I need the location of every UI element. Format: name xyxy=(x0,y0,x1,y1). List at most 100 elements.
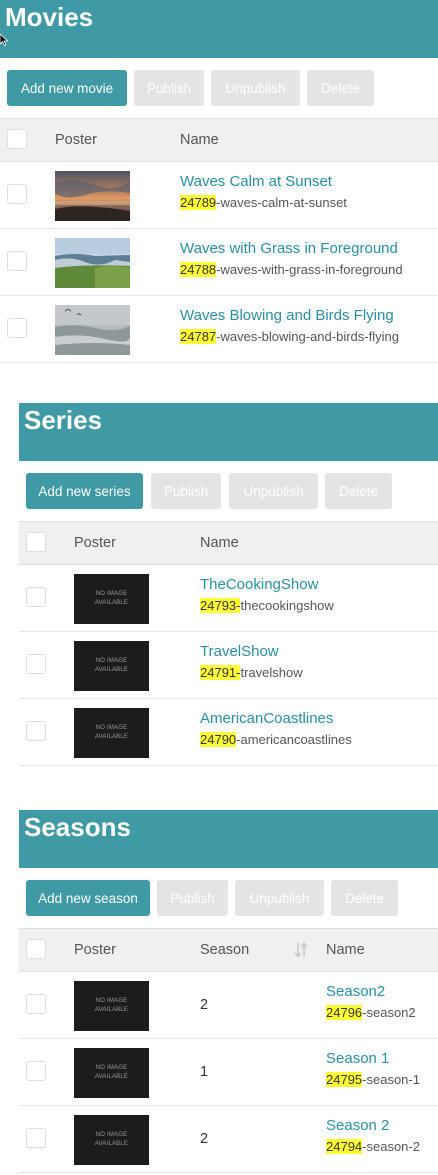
sort-icon[interactable] xyxy=(293,941,309,959)
series-title: Series xyxy=(24,405,103,435)
poster-image[interactable] xyxy=(55,171,130,221)
table-row[interactable]: Waves Blowing and Birds Flying 24787-wav… xyxy=(0,296,438,363)
table-row[interactable]: Waves with Grass in Foreground 24788-wav… xyxy=(0,229,438,296)
series-title-link[interactable]: AmericanCoastlines xyxy=(200,710,333,727)
delete-button[interactable]: Delete xyxy=(307,70,374,106)
season-id: 24795 xyxy=(326,1072,363,1087)
no-image-text: AVAILABLE xyxy=(94,1074,129,1080)
no-image-text: AVAILABLE xyxy=(94,667,129,673)
unpublish-button[interactable]: Unpublish xyxy=(235,880,324,916)
movie-title-link[interactable]: Waves Calm at Sunset xyxy=(180,173,332,190)
series-title-link[interactable]: TravelShow xyxy=(200,643,279,660)
row-checkbox[interactable] xyxy=(26,1128,46,1148)
movies-title: Movies xyxy=(5,2,94,32)
table-row[interactable]: NO IMAGE AVAILABLE 2 Season 2 24794-seas… xyxy=(19,1106,438,1173)
name-column-header: Name xyxy=(200,535,239,551)
table-row[interactable]: NO IMAGE AVAILABLE TravelShow 24791-trav… xyxy=(19,632,438,699)
poster-column-header: Poster xyxy=(74,535,116,551)
row-checkbox[interactable] xyxy=(26,994,46,1014)
table-row[interactable]: NO IMAGE AVAILABLE TheCookingShow 24793-… xyxy=(19,565,438,632)
add-new-series-button[interactable]: Add new series xyxy=(26,473,143,509)
row-checkbox[interactable] xyxy=(26,654,46,674)
no-image-placeholder[interactable]: NO IMAGE AVAILABLE xyxy=(74,641,149,691)
publish-button[interactable]: Publish xyxy=(151,473,221,509)
movie-slug: 24787-waves-blowing-and-birds-flying xyxy=(180,329,399,344)
series-slug: 24790-americancoastlines xyxy=(200,732,352,747)
grass-waves-thumbnail xyxy=(55,238,130,288)
movie-title-link[interactable]: Waves Blowing and Birds Flying xyxy=(180,307,394,324)
slug-text: -waves-with-grass-in-foreground xyxy=(216,262,403,277)
season-slug: 24796-season2 xyxy=(326,1005,416,1020)
no-image-placeholder[interactable]: NO IMAGE AVAILABLE xyxy=(74,708,149,758)
slug-text: travelshow xyxy=(240,665,303,680)
table-row[interactable]: Waves Calm at Sunset 24789-waves-calm-at… xyxy=(0,162,438,229)
seasons-header: Seasons xyxy=(19,810,438,868)
movies-section: Movies Add new movie Publish Unpublish D… xyxy=(0,0,438,363)
no-image-placeholder[interactable]: NO IMAGE AVAILABLE xyxy=(74,1115,149,1165)
season-number: 2 xyxy=(200,997,209,1013)
season-number: 2 xyxy=(200,1131,209,1147)
series-title-link[interactable]: TheCookingShow xyxy=(200,576,318,593)
slug-text: -season-1 xyxy=(362,1072,420,1087)
series-id: 24791- xyxy=(200,665,241,680)
series-section: Series Add new series Publish Unpublish … xyxy=(19,403,438,766)
select-all-checkbox[interactable] xyxy=(26,939,46,959)
season-title-link[interactable]: Season 2 xyxy=(326,1117,389,1134)
season-number: 1 xyxy=(200,1064,209,1080)
movies-header: Movies xyxy=(0,0,438,58)
slug-text: -season2 xyxy=(362,1005,416,1020)
delete-button[interactable]: Delete xyxy=(325,473,392,509)
movie-id: 24787 xyxy=(180,329,217,344)
no-image-text: NO IMAGE xyxy=(95,725,128,731)
add-new-movie-button[interactable]: Add new movie xyxy=(7,70,127,106)
movies-toolbar: Add new movie Publish Unpublish Delete xyxy=(0,58,438,118)
delete-button[interactable]: Delete xyxy=(331,880,398,916)
season-id: 24796 xyxy=(326,1005,363,1020)
seasons-section: Seasons Add new season Publish Unpublish… xyxy=(19,810,438,1173)
slug-text: -season-2 xyxy=(362,1139,420,1154)
row-checkbox[interactable] xyxy=(7,184,27,204)
row-checkbox[interactable] xyxy=(7,318,27,338)
seasons-title: Seasons xyxy=(24,812,131,842)
name-column-header: Name xyxy=(326,942,365,958)
select-all-checkbox[interactable] xyxy=(7,129,27,149)
row-checkbox[interactable] xyxy=(26,587,46,607)
slug-text: -waves-calm-at-sunset xyxy=(216,195,347,210)
slug-text: -americancoastlines xyxy=(236,732,352,747)
series-header: Series xyxy=(19,403,438,461)
no-image-text: NO IMAGE xyxy=(95,998,128,1004)
publish-button[interactable]: Publish xyxy=(134,70,204,106)
movie-slug: 24788-waves-with-grass-in-foreground xyxy=(180,262,403,277)
row-checkbox[interactable] xyxy=(7,251,27,271)
no-image-text: NO IMAGE xyxy=(95,1132,128,1138)
table-row[interactable]: NO IMAGE AVAILABLE 2 Season2 24796-seaso… xyxy=(19,972,438,1039)
season-title-link[interactable]: Season 1 xyxy=(326,1050,389,1067)
seasons-table-header: Poster Season Name xyxy=(19,928,438,972)
sunset-waves-thumbnail xyxy=(55,171,130,221)
unpublish-button[interactable]: Unpublish xyxy=(211,70,300,106)
row-checkbox[interactable] xyxy=(26,1061,46,1081)
poster-image[interactable] xyxy=(55,305,130,355)
no-image-text: NO IMAGE xyxy=(95,658,128,664)
slug-text: -waves-blowing-and-birds-flying xyxy=(216,329,399,344)
select-all-checkbox[interactable] xyxy=(26,532,46,552)
unpublish-button[interactable]: Unpublish xyxy=(229,473,318,509)
add-new-season-button[interactable]: Add new season xyxy=(26,880,150,916)
season-id: 24794 xyxy=(326,1139,363,1154)
season-title-link[interactable]: Season2 xyxy=(326,983,385,1000)
no-image-placeholder[interactable]: NO IMAGE AVAILABLE xyxy=(74,981,149,1031)
no-image-placeholder[interactable]: NO IMAGE AVAILABLE xyxy=(74,574,149,624)
season-column-header[interactable]: Season xyxy=(200,942,249,958)
publish-button[interactable]: Publish xyxy=(157,880,228,916)
season-slug: 24794-season-2 xyxy=(326,1139,420,1154)
no-image-placeholder[interactable]: NO IMAGE AVAILABLE xyxy=(74,1048,149,1098)
season-slug: 24795-season-1 xyxy=(326,1072,420,1087)
table-row[interactable]: NO IMAGE AVAILABLE AmericanCoastlines 24… xyxy=(19,699,438,766)
table-row[interactable]: NO IMAGE AVAILABLE 1 Season 1 24795-seas… xyxy=(19,1039,438,1106)
movie-title-link[interactable]: Waves with Grass in Foreground xyxy=(180,240,398,257)
row-checkbox[interactable] xyxy=(26,721,46,741)
mouse-cursor-icon xyxy=(0,34,8,46)
series-toolbar: Add new series Publish Unpublish Delete xyxy=(19,461,438,521)
series-id: 24793- xyxy=(200,598,241,613)
poster-image[interactable] xyxy=(55,238,130,288)
